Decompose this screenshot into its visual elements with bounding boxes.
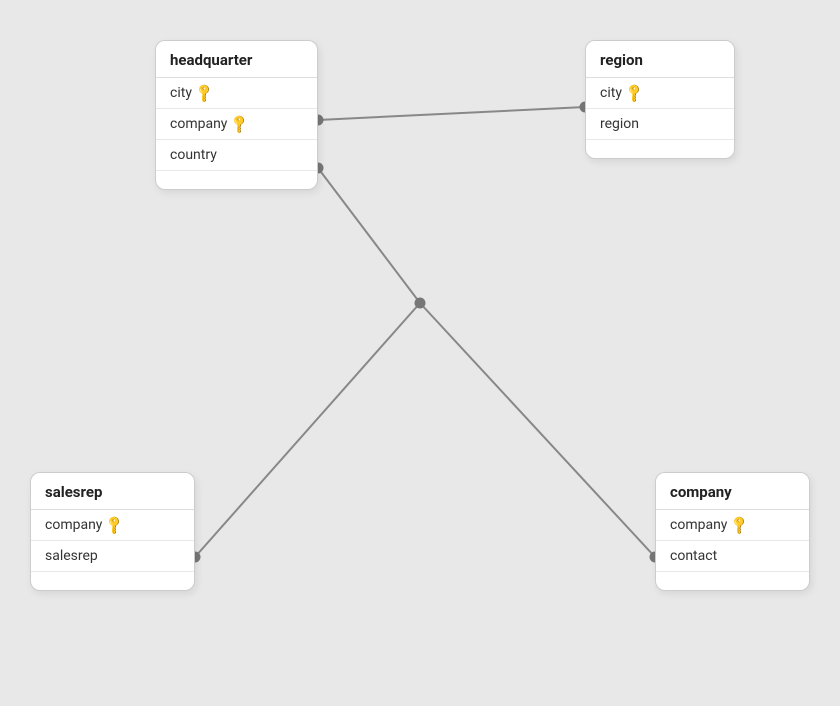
table-headquarter[interactable]: headquarter city 🔑 company 🔑 country xyxy=(155,40,318,190)
salesrep-field-label: salesrep xyxy=(45,548,98,564)
table-salesrep-title: salesrep xyxy=(31,473,194,510)
table-salesrep-row-company: company 🔑 xyxy=(31,510,194,541)
region-field-label: region xyxy=(600,116,639,132)
table-region-row-region: region xyxy=(586,109,734,140)
salesrep-company-key-icon: 🔑 xyxy=(104,514,126,536)
salesrep-company-field-label: company xyxy=(45,517,102,533)
company-key-icon: 🔑 xyxy=(229,113,251,135)
table-company[interactable]: company company 🔑 contact xyxy=(655,472,810,591)
city-key-icon: 🔑 xyxy=(194,82,216,104)
table-company-row-empty xyxy=(656,572,809,590)
table-headquarter-row-city: city 🔑 xyxy=(156,78,317,109)
table-salesrep-row-salesrep: salesrep xyxy=(31,541,194,572)
table-company-row-contact: contact xyxy=(656,541,809,572)
table-company-row-company: company 🔑 xyxy=(656,510,809,541)
company-company-key-icon: 🔑 xyxy=(729,514,751,536)
table-company-title: company xyxy=(656,473,809,510)
table-headquarter-row-empty xyxy=(156,171,317,189)
table-salesrep-row-empty xyxy=(31,572,194,590)
table-region[interactable]: region city 🔑 region xyxy=(585,40,735,159)
table-region-title: region xyxy=(586,41,734,78)
diagram-canvas: headquarter city 🔑 company 🔑 country reg… xyxy=(0,0,840,706)
country-field-label: country xyxy=(170,147,217,163)
table-region-row-city: city 🔑 xyxy=(586,78,734,109)
table-headquarter-row-country: country xyxy=(156,140,317,171)
contact-field-label: contact xyxy=(670,548,717,564)
region-city-key-icon: 🔑 xyxy=(624,82,646,104)
region-city-field-label: city xyxy=(600,85,622,101)
city-field-label: city xyxy=(170,85,192,101)
table-region-row-empty xyxy=(586,140,734,158)
table-headquarter-row-company: company 🔑 xyxy=(156,109,317,140)
company-field-label: company xyxy=(170,116,227,132)
dot-mid xyxy=(415,298,426,309)
table-headquarter-title: headquarter xyxy=(156,41,317,78)
company-company-field-label: company xyxy=(670,517,727,533)
table-salesrep[interactable]: salesrep company 🔑 salesrep xyxy=(30,472,195,591)
